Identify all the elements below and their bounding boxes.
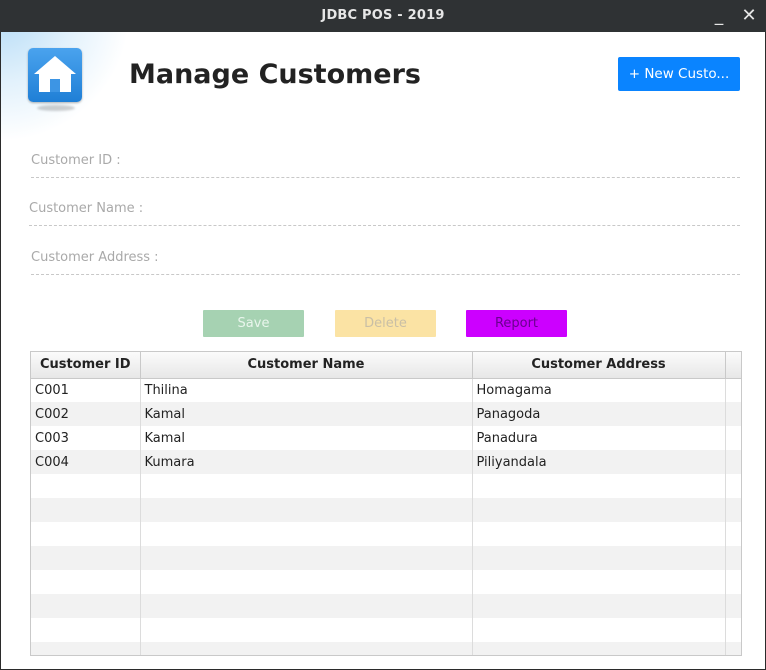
customer-name-cell[interactable]: [140, 618, 473, 642]
customer-address-placeholder: Customer Address :: [31, 250, 159, 265]
customer-id-cell[interactable]: C003: [31, 426, 141, 450]
customer-name-placeholder: Customer Name :: [29, 201, 144, 216]
customer-id-cell[interactable]: [31, 618, 141, 642]
table-row[interactable]: [31, 570, 741, 594]
page-title: Manage Customers: [129, 59, 421, 90]
customer-address-cell[interactable]: [472, 522, 726, 546]
customer-id-cell[interactable]: [31, 594, 141, 618]
customer-address-cell[interactable]: Panadura: [472, 426, 726, 450]
window-title: JDBC POS - 2019: [321, 8, 445, 23]
new-customer-button[interactable]: + New Custo...: [618, 57, 740, 91]
row-filler-cell: [725, 426, 741, 450]
customer-name-cell[interactable]: [140, 474, 473, 498]
row-filler-cell: [725, 570, 741, 594]
customer-name-cell[interactable]: [140, 546, 473, 570]
table-row[interactable]: [31, 618, 741, 642]
report-button[interactable]: Report: [466, 310, 567, 337]
column-header-customer-address[interactable]: Customer Address: [472, 352, 726, 379]
customer-id-placeholder: Customer ID :: [31, 153, 121, 168]
column-header-filler: [725, 352, 741, 379]
customer-id-cell[interactable]: [31, 546, 141, 570]
customer-id-cell[interactable]: C001: [31, 378, 141, 402]
table-row[interactable]: C003 Kamal Panadura: [31, 426, 741, 450]
row-filler-cell: [725, 594, 741, 618]
home-icon[interactable]: [28, 48, 82, 102]
row-filler-cell: [725, 546, 741, 570]
customer-id-cell[interactable]: [31, 522, 141, 546]
row-filler-cell: [725, 450, 741, 474]
save-button[interactable]: Save: [203, 310, 304, 337]
customer-name-cell[interactable]: [140, 570, 473, 594]
customer-name-cell[interactable]: Kamal: [140, 426, 473, 450]
customer-address-cell[interactable]: [472, 570, 726, 594]
customer-name-cell[interactable]: [140, 522, 473, 546]
table-row[interactable]: [31, 546, 741, 570]
customer-name-cell[interactable]: [140, 642, 473, 655]
row-filler-cell: [725, 498, 741, 522]
table-row[interactable]: [31, 594, 741, 618]
customer-address-cell[interactable]: Panagoda: [472, 402, 726, 426]
table-row[interactable]: C004 Kumara Piliyandala: [31, 450, 741, 474]
customer-name-cell[interactable]: Thilina: [140, 378, 473, 402]
customer-address-cell[interactable]: [472, 618, 726, 642]
row-filler-cell: [725, 522, 741, 546]
customer-address-cell[interactable]: [472, 594, 726, 618]
customer-name-cell[interactable]: [140, 594, 473, 618]
home-icon-shadow: [37, 105, 75, 111]
customer-id-cell[interactable]: [31, 570, 141, 594]
customer-name-field[interactable]: Customer Name :: [29, 198, 740, 226]
table-row[interactable]: [31, 498, 741, 522]
main-window: Manage Customers + New Custo... Customer…: [1, 32, 765, 669]
customer-id-cell[interactable]: C002: [31, 402, 141, 426]
customer-address-cell[interactable]: Homagama: [472, 378, 726, 402]
window-titlebar: JDBC POS - 2019 _ ✕: [0, 0, 766, 32]
customer-name-cell[interactable]: Kamal: [140, 402, 473, 426]
customer-name-cell[interactable]: Kumara: [140, 450, 473, 474]
home-icon-glyph: [34, 56, 76, 92]
customer-id-cell[interactable]: [31, 642, 141, 655]
table-row[interactable]: C001 Thilina Homagama: [31, 378, 741, 402]
customer-address-cell[interactable]: [472, 642, 726, 655]
row-filler-cell: [725, 474, 741, 498]
customer-address-field[interactable]: Customer Address :: [31, 247, 740, 275]
customer-name-cell[interactable]: [140, 498, 473, 522]
table-header-row: Customer ID Customer Name Customer Addre…: [31, 352, 741, 379]
delete-button[interactable]: Delete: [335, 310, 436, 337]
customer-address-cell[interactable]: Piliyandala: [472, 450, 726, 474]
customer-id-cell[interactable]: C004: [31, 450, 141, 474]
table-row[interactable]: [31, 642, 741, 655]
customer-address-cell[interactable]: [472, 498, 726, 522]
customer-id-cell[interactable]: [31, 498, 141, 522]
column-header-customer-name[interactable]: Customer Name: [140, 352, 473, 379]
customer-address-cell[interactable]: [472, 546, 726, 570]
table-row[interactable]: [31, 474, 741, 498]
table-row[interactable]: C002 Kamal Panagoda: [31, 402, 741, 426]
row-filler-cell: [725, 618, 741, 642]
row-filler-cell: [725, 642, 741, 655]
customers-table[interactable]: Customer ID Customer Name Customer Addre…: [30, 351, 742, 656]
column-header-customer-id[interactable]: Customer ID: [31, 352, 141, 379]
row-filler-cell: [725, 402, 741, 426]
customer-id-field[interactable]: Customer ID :: [31, 150, 740, 178]
customer-address-cell[interactable]: [472, 474, 726, 498]
table-row[interactable]: [31, 522, 741, 546]
table-body: C001 Thilina Homagama C002 Kamal Panagoda C003…: [31, 378, 741, 655]
customer-id-cell[interactable]: [31, 474, 141, 498]
row-filler-cell: [725, 378, 741, 402]
minimize-button[interactable]: _: [708, 5, 730, 27]
close-button[interactable]: ✕: [738, 5, 760, 27]
